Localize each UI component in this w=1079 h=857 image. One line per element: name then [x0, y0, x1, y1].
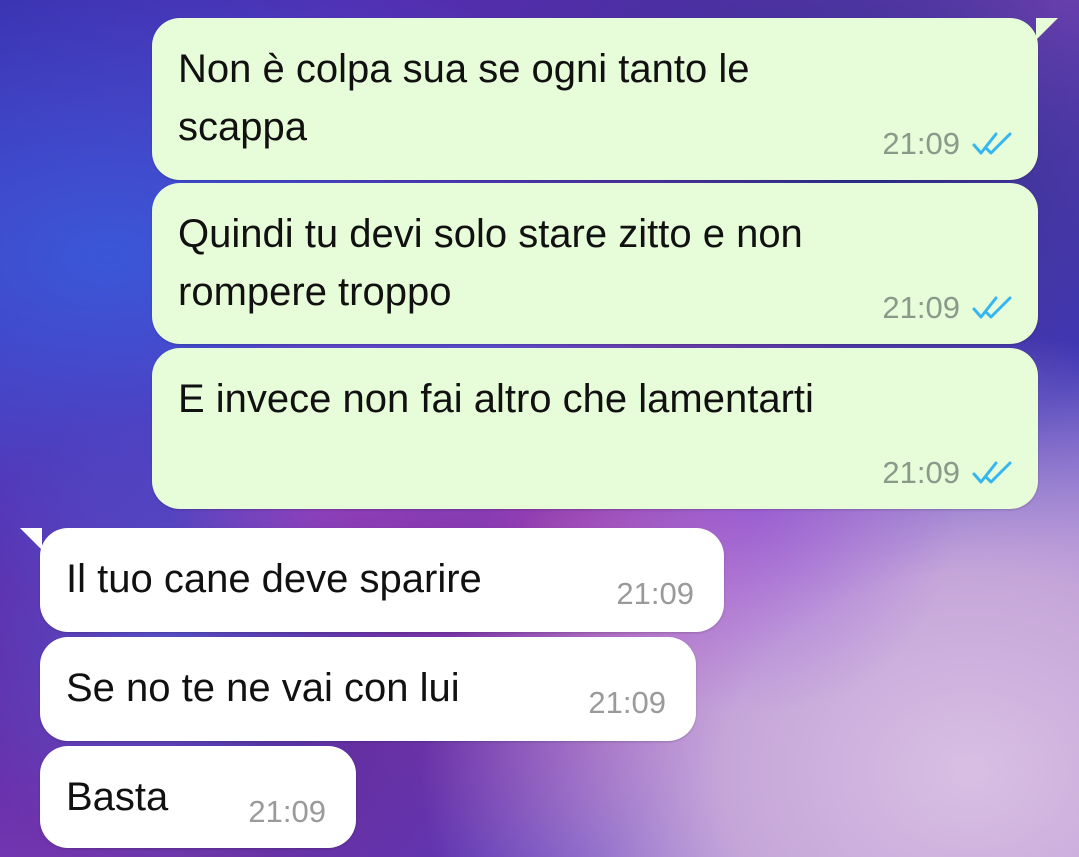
bubble-tail [1036, 18, 1058, 40]
message-time: 21:09 [616, 576, 694, 611]
incoming-message[interactable]: Basta 21:09 [40, 746, 356, 848]
message-time: 21:09 [882, 126, 960, 161]
message-meta: 21:09 [616, 576, 694, 612]
double-check-icon [972, 461, 1012, 484]
message-time: 21:09 [588, 685, 666, 720]
message-text: Se no te ne vai con lui [66, 666, 460, 710]
message-text: Basta [66, 775, 169, 819]
message-text: E invece non fai altro che lamentarti [178, 377, 814, 421]
message-meta: 21:09 [882, 126, 1016, 162]
message-time: 21:09 [882, 290, 960, 325]
double-check-icon [972, 132, 1012, 155]
message-text: Il tuo cane deve sparire [66, 557, 482, 601]
message-meta: 21:09 [882, 455, 1016, 491]
outgoing-message[interactable]: Quindi tu devi solo stare zitto e non ro… [152, 183, 1038, 344]
outgoing-message[interactable]: E invece non fai altro che lamentarti 21… [152, 348, 1038, 509]
message-time: 21:09 [882, 455, 960, 490]
message-text: Quindi tu devi solo stare zitto e non ro… [178, 212, 803, 314]
message-time: 21:09 [248, 794, 326, 829]
message-meta: 21:09 [588, 685, 666, 721]
outgoing-message[interactable]: Non è colpa sua se ogni tanto le scappa … [152, 18, 1058, 180]
incoming-message[interactable]: Se no te ne vai con lui 21:09 [40, 637, 696, 741]
message-meta: 21:09 [882, 290, 1016, 326]
bubble-tail [20, 528, 42, 550]
message-text: Non è colpa sua se ogni tanto le scappa [178, 47, 750, 149]
double-check-icon [972, 296, 1012, 319]
message-meta: 21:09 [248, 794, 326, 830]
incoming-message[interactable]: Il tuo cane deve sparire 21:09 [20, 528, 724, 632]
